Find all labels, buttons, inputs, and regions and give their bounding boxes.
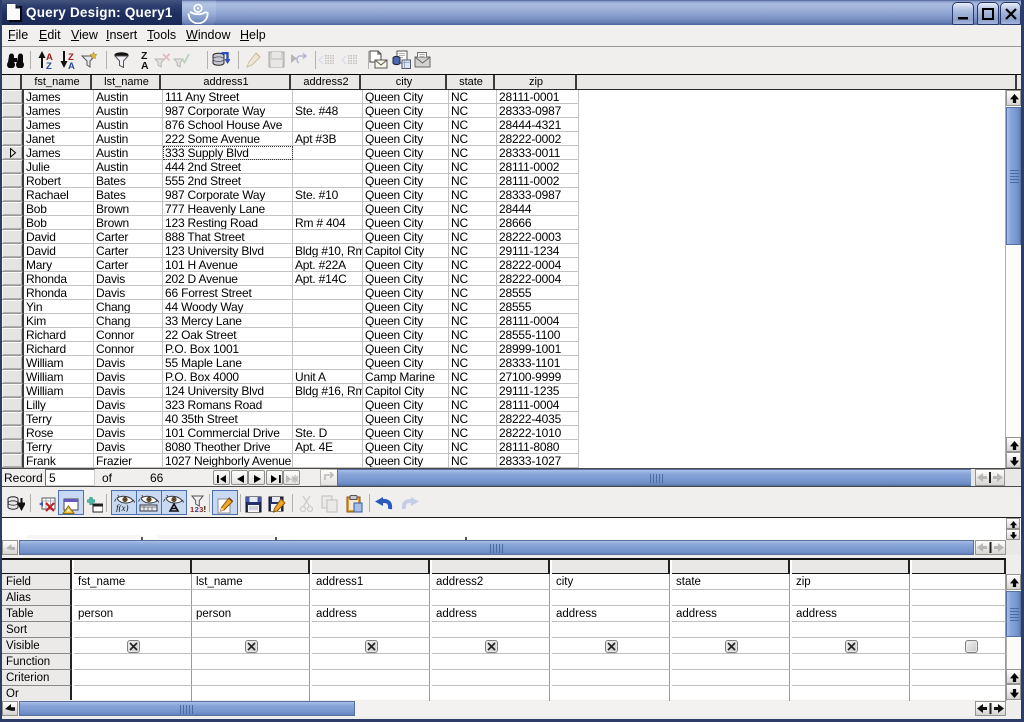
svg-text:A: A [141,60,149,69]
svg-text:2: 2 [195,505,199,513]
svg-text:!: ! [203,504,206,513]
svg-text:A: A [68,61,75,69]
svg-text:1: 1 [190,505,194,513]
svg-text:Z: Z [46,61,52,69]
svg-text:f(x): f(x) [116,503,129,512]
